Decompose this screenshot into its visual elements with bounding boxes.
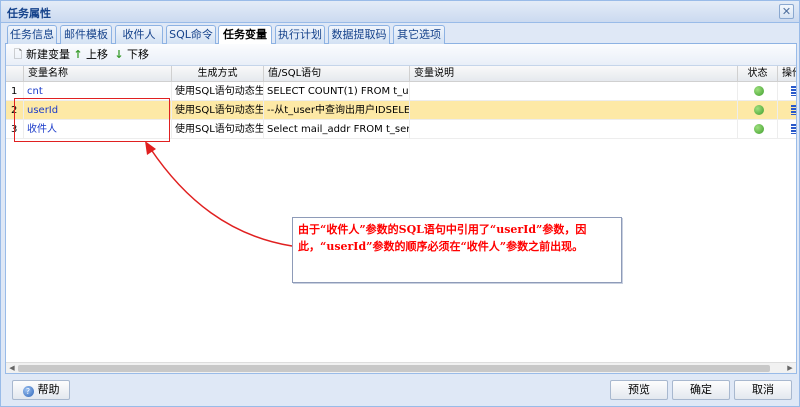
arrow-up-icon: ↑ [73,48,83,61]
status-cell [738,82,778,101]
move-down-button[interactable]: ↓ 下移 [113,47,149,63]
sql-value: Select mail_addr FROM t_service; [264,120,410,139]
tab-strip: 任务信息 邮件模板 收件人 SQL命令 任务变量 执行计划 数据提取码 其它选项 [5,23,797,45]
help-icon: ? [22,386,34,397]
highlight-box [14,98,170,142]
status-ok-icon [754,105,764,115]
edit-icon[interactable] [791,105,796,115]
col-method[interactable]: 生成方式 [172,66,264,82]
generation-method: 使用SQL语句动态生成 [172,82,264,101]
tab-extraction-code[interactable]: 数据提取码 [328,25,390,44]
variable-description [410,120,738,139]
tab-mail-template[interactable]: 邮件模板 [60,25,112,44]
move-up-button[interactable]: ↑ 上移 [72,47,108,63]
variables-panel: 🗋 新建变量 ↑ 上移 ↓ 下移 变量名称 生成方式 值/SQL语句 变量说明 状态 … [5,44,797,374]
new-document-icon: 🗋 [13,48,23,61]
edit-icon[interactable] [791,86,796,96]
col-sql[interactable]: 值/SQL语句 [264,66,410,82]
col-description[interactable]: 变量说明 [410,66,738,82]
generation-method: 使用SQL语句动态生成 [172,101,264,120]
generation-method: 使用SQL语句动态生成 [172,120,264,139]
horizontal-scrollbar[interactable]: ◀ ▶ [6,362,796,373]
tab-sql-command[interactable]: SQL命令 [166,25,216,44]
action-cell [778,101,796,120]
grid-header: 变量名称 生成方式 值/SQL语句 变量说明 状态 操作 [6,66,796,82]
action-cell [778,82,796,101]
move-down-label: 下移 [127,48,149,61]
variable-description [410,82,738,101]
new-variable-label: 新建变量 [26,48,70,61]
variable-description [410,101,738,120]
preview-button[interactable]: 预览 [610,380,668,400]
tab-task-variables[interactable]: 任务变量 [218,25,272,45]
scrollbar-thumb[interactable] [18,365,770,372]
dialog-footer: ? 帮助 预览 确定 取消 [1,374,799,406]
col-action[interactable]: 操作 [778,66,796,82]
tab-schedule[interactable]: 执行计划 [275,25,325,44]
arrow-down-icon: ↓ [114,48,124,61]
grid-toolbar: 🗋 新建变量 ↑ 上移 ↓ 下移 [6,44,796,66]
tab-task-info[interactable]: 任务信息 [7,25,57,44]
cancel-button[interactable]: 取消 [734,380,792,400]
scroll-left-icon[interactable]: ◀ [7,363,17,373]
help-button[interactable]: ? 帮助 [12,380,70,400]
col-name[interactable]: 变量名称 [24,66,172,82]
scroll-right-icon[interactable]: ▶ [785,363,795,373]
help-label: 帮助 [37,383,60,396]
close-icon: ✕ [781,5,792,18]
sql-value: SELECT COUNT(1) FROM t_users; [264,82,410,101]
status-cell [738,101,778,120]
col-status[interactable]: 状态 [738,66,778,82]
col-rownum [6,66,24,82]
status-ok-icon [754,124,764,134]
new-variable-button[interactable]: 🗋 新建变量 [12,47,70,63]
action-cell [778,120,796,139]
sql-value: --从t_user中查询出用户IDSELECT us [264,101,410,120]
annotation-callout: 由于“收件人”参数的SQL语句中引用了“userId”参数，因此，“userId… [292,217,622,283]
status-cell [738,120,778,139]
task-properties-window: 任务属性 ✕ 任务信息 邮件模板 收件人 SQL命令 任务变量 执行计划 数据提… [0,0,800,407]
tab-other-options[interactable]: 其它选项 [393,25,445,44]
edit-icon[interactable] [791,124,796,134]
title-bar: 任务属性 ✕ [1,1,799,23]
tab-recipients[interactable]: 收件人 [115,25,163,44]
status-ok-icon [754,86,764,96]
window-title: 任务属性 [7,7,51,20]
ok-button[interactable]: 确定 [672,380,730,400]
close-button[interactable]: ✕ [779,4,794,19]
move-up-label: 上移 [86,48,108,61]
